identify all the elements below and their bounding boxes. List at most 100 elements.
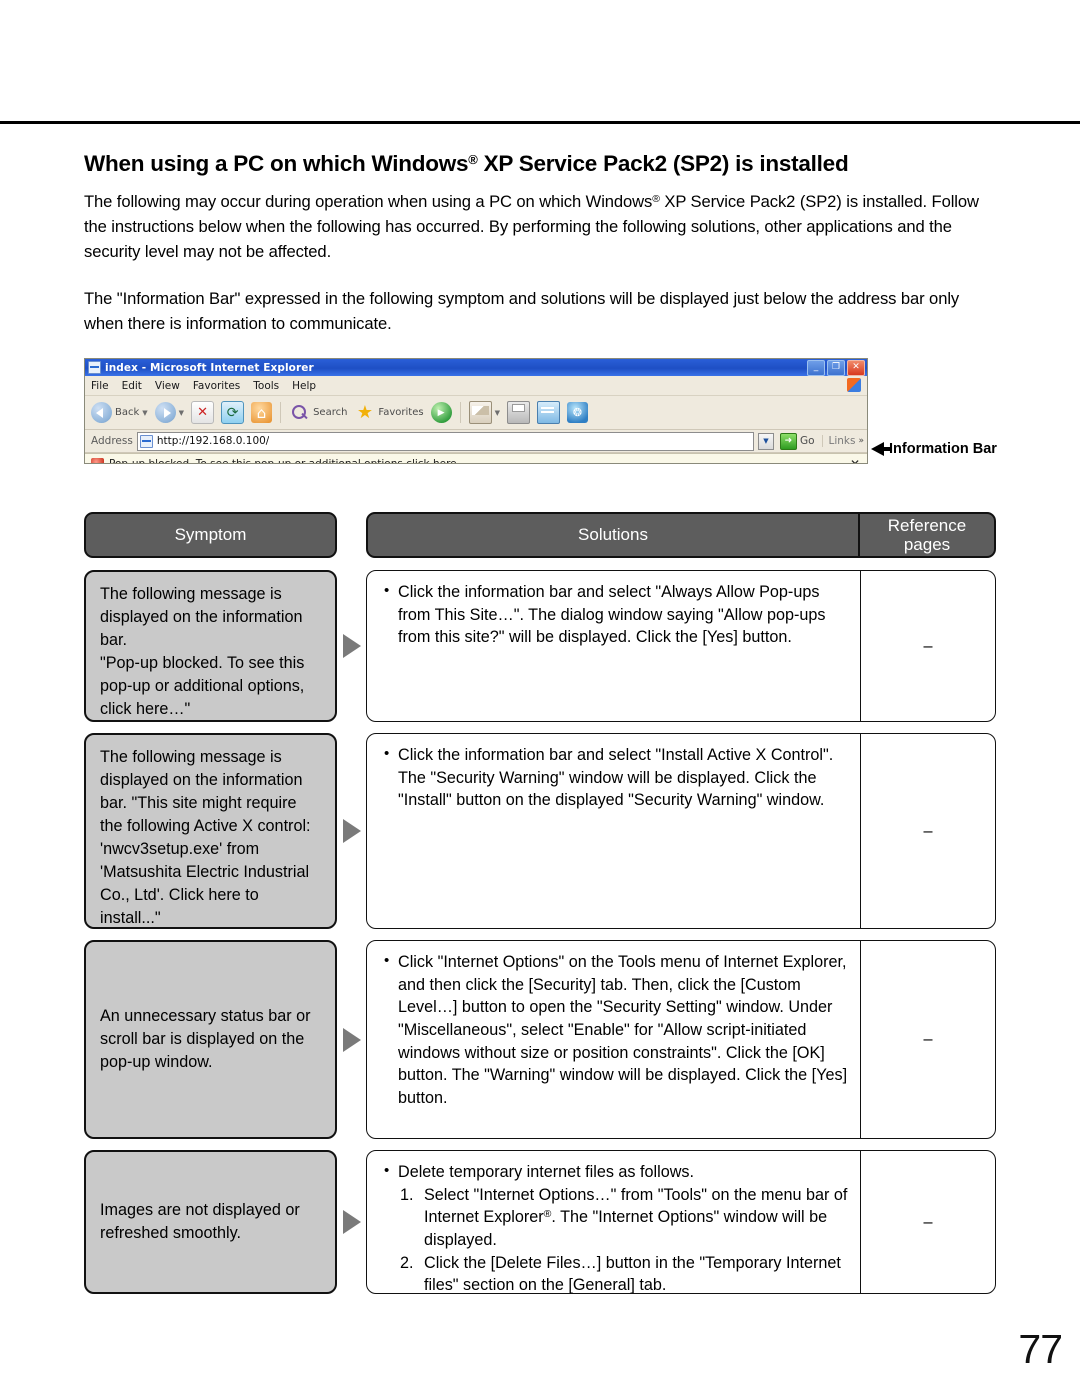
star-icon <box>354 402 375 423</box>
maximize-button[interactable]: ❐ <box>827 359 845 376</box>
solution-step-list: Select "Internet Options…" from "Tools" … <box>381 1184 848 1293</box>
address-input[interactable]: http://192.168.0.100/ <box>136 431 754 451</box>
solutions-cell: Click the information bar and select "In… <box>367 734 861 928</box>
table-row: An unnecessary status bar or scroll bar … <box>84 940 996 1139</box>
stop-icon <box>191 401 215 424</box>
solution-group: Click the information bar and select "In… <box>366 733 996 929</box>
menu-item-tools[interactable]: Tools <box>253 380 279 392</box>
menu-item-edit[interactable]: Edit <box>122 380 142 392</box>
column-header-reference-pages: Reference pages <box>860 514 994 556</box>
back-arrow-icon <box>91 402 112 423</box>
media-icon <box>430 402 452 423</box>
search-button[interactable]: Search <box>287 401 349 424</box>
messenger-icon <box>566 402 588 423</box>
column-header-reference-line1: Reference <box>887 515 967 535</box>
go-button[interactable]: ➜ Go <box>778 432 815 450</box>
row-arrow <box>337 570 366 722</box>
media-button[interactable] <box>429 401 454 424</box>
left-arrow-icon <box>871 442 892 456</box>
symptom-line: An unnecessary status bar or scroll bar … <box>100 1007 311 1071</box>
intro-paragraph-1-a: The following may occur during operation… <box>84 192 653 212</box>
toolbar-divider <box>280 402 282 423</box>
information-bar[interactable]: Pop-up blocked. To see this pop-up or ad… <box>85 453 867 463</box>
document-body: When using a PC on which Windows ® XP Ser… <box>84 150 996 337</box>
search-button-label: Search <box>313 407 348 418</box>
address-url-value: http://192.168.0.100/ <box>156 435 270 447</box>
menu-item-help[interactable]: Help <box>292 380 316 392</box>
right-triangle-icon <box>342 819 361 843</box>
information-bar-callout: Information Bar <box>871 441 997 457</box>
table-row: The following message is displayed on th… <box>84 570 996 722</box>
reference-pages-cell: – <box>923 1030 933 1048</box>
address-label: Address <box>91 435 133 447</box>
solution-bullet: Delete temporary internet files as follo… <box>381 1160 848 1184</box>
table-row: The following message is displayed on th… <box>84 733 996 929</box>
printer-icon <box>506 401 530 424</box>
back-button-label: Back <box>115 407 140 418</box>
symptom-line: "Pop-up blocked. To see this pop-up or a… <box>100 654 305 718</box>
solutions-cell: Click the information bar and select "Al… <box>367 571 861 721</box>
solution-group: Click the information bar and select "Al… <box>366 570 996 722</box>
page-favicon-icon <box>139 434 153 448</box>
favorites-button-label: Favorites <box>378 407 424 418</box>
chevron-down-icon: ▼ <box>178 408 185 417</box>
menu-item-view[interactable]: View <box>155 380 180 392</box>
registered-mark-icon: ® <box>652 193 660 206</box>
symptom-cell: The following message is displayed on th… <box>84 733 337 929</box>
window-controls: _ ❐ ✕ <box>807 359 865 376</box>
links-label: Links <box>828 435 856 447</box>
table-row: Images are not displayed or refreshed sm… <box>84 1150 996 1294</box>
column-header-group: Solutions Reference pages <box>366 512 996 558</box>
home-button[interactable] <box>249 401 274 424</box>
address-dropdown-button[interactable]: ▼ <box>757 432 774 450</box>
solution-bullet-list: Delete temporary internet files as follo… <box>381 1160 848 1184</box>
close-button[interactable]: ✕ <box>847 359 865 376</box>
go-button-label: Go <box>799 435 815 447</box>
browser-title-bar: index - Microsoft Internet Explorer _ ❐ … <box>85 359 867 376</box>
page-title: When using a PC on which Windows® XP Ser… <box>84 150 996 178</box>
favorites-button[interactable]: Favorites <box>352 401 425 424</box>
solution-bullet-list: Click "Internet Options" on the Tools me… <box>381 950 848 1110</box>
refresh-button[interactable] <box>219 400 246 425</box>
reference-pages-cell: – <box>923 1212 933 1231</box>
menu-item-file[interactable]: File <box>91 380 109 392</box>
information-bar-close-icon[interactable]: ✕ <box>850 457 862 463</box>
back-button[interactable]: Back ▼ <box>89 401 150 424</box>
solution-step: Click the [Delete Files…] button in the … <box>381 1252 848 1293</box>
mail-button[interactable]: ▼ <box>467 400 502 425</box>
intro-paragraph-1: The following may occur during operation… <box>84 190 996 265</box>
browser-document-icon <box>88 361 101 374</box>
browser-toolbar: Back ▼ ▼ Search Favorites <box>85 396 867 430</box>
column-header-solutions: Solutions <box>368 514 860 556</box>
forward-button[interactable]: ▼ <box>153 401 186 424</box>
solution-bullet-list: Click the information bar and select "Al… <box>381 580 848 649</box>
troubleshooting-table: Symptom Solutions Reference pages The fo… <box>84 512 996 1305</box>
forward-arrow-icon <box>154 402 176 423</box>
reference-pages-cell: – <box>923 636 933 655</box>
home-icon <box>251 402 273 423</box>
chevron-down-icon: ▼ <box>494 408 500 417</box>
solution-group: Delete temporary internet files as follo… <box>366 1150 996 1294</box>
intro-paragraph-2: The "Information Bar" expressed in the f… <box>84 288 960 333</box>
minimize-button[interactable]: _ <box>807 359 825 376</box>
windows-flag-icon <box>847 378 861 392</box>
solution-bullet-list: Click the information bar and select "In… <box>381 743 848 812</box>
go-arrow-icon: ➜ <box>779 432 797 450</box>
mail-icon <box>468 401 492 424</box>
messenger-button[interactable] <box>565 401 590 424</box>
edit-button[interactable] <box>535 400 562 425</box>
links-bar[interactable]: Links » <box>821 435 864 447</box>
symptom-line: The following message is displayed on th… <box>100 585 303 649</box>
reference-pages-cell: – <box>923 821 933 840</box>
refresh-icon <box>221 401 245 424</box>
solution-group: Click "Internet Options" on the Tools me… <box>366 940 996 1139</box>
solution-bullet: Click the information bar and select "In… <box>381 743 848 812</box>
symptom-cell: The following message is displayed on th… <box>84 570 337 722</box>
menu-item-favorites[interactable]: Favorites <box>193 380 240 392</box>
stop-button[interactable] <box>189 400 216 425</box>
symptom-cell: Images are not displayed or refreshed sm… <box>84 1150 337 1294</box>
print-button[interactable] <box>505 400 532 425</box>
page-title-text-after: XP Service Pack2 (SP2) is installed <box>477 151 849 176</box>
table-header-row: Symptom Solutions Reference pages <box>84 512 996 558</box>
page-title-text-before: When using a PC on which Windows <box>84 151 469 176</box>
